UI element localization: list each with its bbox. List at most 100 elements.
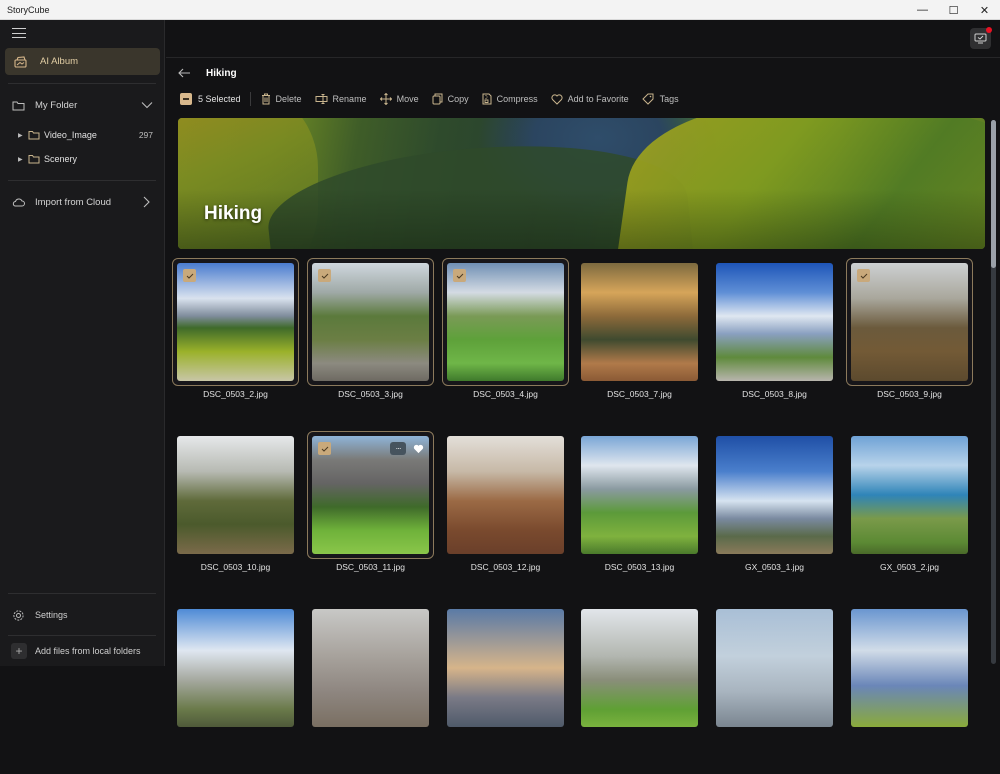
photo-card[interactable]: GX_0503_1.jpg xyxy=(711,431,838,601)
copy-button[interactable]: Copy xyxy=(432,93,469,105)
photo-thumbnail[interactable] xyxy=(716,263,833,381)
photo-thumbnail[interactable] xyxy=(177,263,294,381)
sidebar-item-my-folder[interactable]: My Folder xyxy=(0,98,165,112)
photo-card[interactable]: DSC_0503_10.jpg xyxy=(172,431,299,601)
rename-icon xyxy=(315,94,328,104)
cloud-icon xyxy=(12,198,25,207)
photo-thumbnail[interactable] xyxy=(177,436,294,554)
scrollbar-thumb[interactable] xyxy=(991,120,996,268)
photo-card[interactable]: DSC_0503_13.jpg xyxy=(576,431,703,601)
maximize-button[interactable]: ☐ xyxy=(938,0,969,20)
photo-card[interactable]: DSC_0503_7.jpg xyxy=(576,258,703,428)
photo-thumbnail[interactable] xyxy=(851,263,968,381)
vertical-scrollbar[interactable] xyxy=(991,120,996,664)
divider xyxy=(8,180,156,181)
photo-thumbnail[interactable] xyxy=(581,609,698,727)
photo-thumbnail[interactable] xyxy=(716,609,833,727)
folder-count: 297 xyxy=(138,130,153,140)
photo-thumbnail[interactable]: ··· xyxy=(312,436,429,554)
sidebar-item-settings[interactable]: Settings xyxy=(0,608,165,622)
add-local-files-button[interactable]: + Add files from local folders xyxy=(0,642,165,660)
photo-thumbnail[interactable] xyxy=(581,436,698,554)
photo-card[interactable] xyxy=(846,604,973,774)
add-to-favorite-button[interactable]: Add to Favorite xyxy=(551,93,629,105)
toolbar: 5 Selected Delete Rename Move Copy Compr… xyxy=(180,89,692,109)
photo-thumbnail[interactable] xyxy=(447,436,564,554)
compress-button[interactable]: Compress xyxy=(482,93,538,105)
photo-card[interactable] xyxy=(711,604,838,774)
photo-card[interactable] xyxy=(307,604,434,774)
photo-card[interactable] xyxy=(442,604,569,774)
photo-thumbnail[interactable] xyxy=(581,263,698,381)
move-button[interactable]: Move xyxy=(379,93,419,105)
photo-card[interactable]: DSC_0503_12.jpg xyxy=(442,431,569,601)
sidebar-item-import-cloud[interactable]: Import from Cloud xyxy=(0,195,165,209)
photo-checkbox[interactable] xyxy=(183,269,196,282)
hamburger-icon[interactable] xyxy=(12,28,26,40)
chevron-right-icon[interactable] xyxy=(143,196,150,208)
back-button[interactable] xyxy=(178,66,192,81)
photo-card[interactable]: DSC_0503_3.jpg xyxy=(307,258,434,428)
divider xyxy=(8,593,156,594)
deselect-checkbox[interactable] xyxy=(180,93,192,105)
minimize-button[interactable]: — xyxy=(907,0,938,20)
chevron-down-icon[interactable] xyxy=(141,101,153,109)
notification-button[interactable] xyxy=(970,27,992,49)
photo-card[interactable] xyxy=(576,604,703,774)
photo-thumbnail[interactable] xyxy=(716,436,833,554)
photo-filename: DSC_0503_4.jpg xyxy=(473,389,538,399)
checkmark-icon xyxy=(321,273,328,279)
screen-icon xyxy=(974,33,987,44)
folder-icon xyxy=(28,155,40,164)
photo-filename: DSC_0503_8.jpg xyxy=(742,389,807,399)
photo-checkbox[interactable] xyxy=(857,269,870,282)
heart-icon xyxy=(413,444,423,453)
sidebar-item-label: AI Album xyxy=(40,56,79,67)
main-content: Hiking 5 Selected Delete Rename Move Cop… xyxy=(166,20,1000,727)
expand-arrow-icon[interactable]: ▶ xyxy=(18,132,28,139)
move-label: Move xyxy=(396,94,419,104)
more-options-button[interactable]: ··· xyxy=(390,442,406,455)
photo-checkbox[interactable] xyxy=(318,442,331,455)
photo-thumbnail[interactable] xyxy=(312,609,429,727)
notification-badge xyxy=(986,27,992,33)
photo-card[interactable]: DSC_0503_9.jpg xyxy=(846,258,973,428)
photo-thumbnail[interactable] xyxy=(312,263,429,381)
photo-filename: GX_0503_1.jpg xyxy=(744,562,805,572)
photo-card[interactable]: DSC_0503_4.jpg xyxy=(442,258,569,428)
app-window: StoryCube — ☐ ✕ AI Album My Folder ▶ Vid… xyxy=(0,0,1000,727)
tags-button[interactable]: Tags xyxy=(641,93,679,105)
favorite-button[interactable] xyxy=(411,442,425,455)
sidebar-item-label: Import from Cloud xyxy=(35,196,112,208)
photo-thumbnail[interactable] xyxy=(447,609,564,727)
expand-arrow-icon[interactable]: ▶ xyxy=(18,156,28,163)
photo-card[interactable]: DSC_0503_2.jpg xyxy=(172,258,299,428)
selection-toggle[interactable]: 5 Selected xyxy=(180,93,241,105)
photo-checkbox[interactable] xyxy=(453,269,466,282)
photo-card[interactable]: ··· DSC_0503_11.jpg xyxy=(307,431,434,601)
photo-card[interactable] xyxy=(172,604,299,774)
compress-icon xyxy=(482,93,492,105)
delete-button[interactable]: Delete xyxy=(261,93,302,105)
copy-label: Copy xyxy=(447,94,469,104)
photo-card[interactable]: GX_0503_2.jpg xyxy=(846,431,973,601)
photo-filename: GX_0503_2.jpg xyxy=(879,562,940,572)
photo-thumbnail[interactable] xyxy=(447,263,564,381)
gear-icon xyxy=(13,609,24,621)
checkmark-icon xyxy=(186,273,193,279)
rename-button[interactable]: Rename xyxy=(315,94,367,104)
folder-item-video-image[interactable]: ▶ Video_Image 297 xyxy=(0,128,165,142)
close-icon: ✕ xyxy=(979,4,990,17)
photo-card[interactable]: DSC_0503_8.jpg xyxy=(711,258,838,428)
banner-title: Hiking xyxy=(204,203,263,224)
photo-thumbnail[interactable] xyxy=(851,436,968,554)
photo-thumbnail[interactable] xyxy=(177,609,294,727)
window-controls: — ☐ ✕ xyxy=(907,0,1000,20)
checkmark-icon xyxy=(321,446,328,452)
sidebar-item-ai-album[interactable]: AI Album xyxy=(5,48,160,75)
photo-thumbnail[interactable] xyxy=(851,609,968,727)
selected-count: 5 Selected xyxy=(198,94,241,104)
photo-checkbox[interactable] xyxy=(318,269,331,282)
folder-item-scenery[interactable]: ▶ Scenery xyxy=(0,152,165,166)
close-button[interactable]: ✕ xyxy=(969,0,1000,20)
